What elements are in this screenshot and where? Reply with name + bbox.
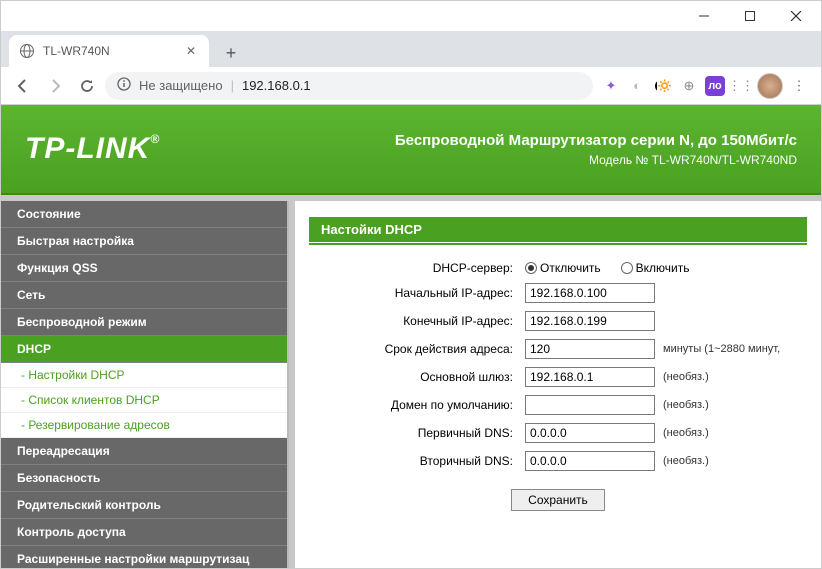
extension-icon[interactable]: ⋮⋮ — [731, 76, 751, 96]
sidebar-item[interactable]: Функция QSS — [1, 255, 287, 282]
new-tab-button[interactable]: + — [217, 39, 245, 67]
dns2-label: Вторичный DNS: — [315, 454, 525, 468]
sidebar-item[interactable]: Быстрая настройка — [1, 228, 287, 255]
gateway-hint: (необяз.) — [663, 371, 709, 383]
extension-icon[interactable]: ◐ — [627, 76, 647, 96]
dhcp-server-label: DHCP-сервер: — [315, 261, 525, 275]
extension-icon[interactable]: 🔅 — [653, 76, 673, 96]
close-window-button[interactable] — [773, 1, 819, 31]
domain-input[interactable] — [525, 395, 655, 415]
domain-label: Домен по умолчанию: — [315, 398, 525, 412]
extension-icons: ✦ ◐ 🔅 ⊕ ло ⋮⋮ ⋮ — [597, 73, 813, 99]
sidebar-item[interactable]: Переадресация — [1, 438, 287, 465]
lease-hint: минуты (1~2880 минут, — [663, 343, 780, 355]
extension-icon[interactable]: ✦ — [601, 76, 621, 96]
globe-icon — [19, 43, 35, 59]
back-button[interactable] — [9, 72, 37, 100]
sidebar-item[interactable]: Родительский контроль — [1, 492, 287, 519]
page-content: TP-LINK® Беспроводной Маршрутизатор сери… — [1, 105, 821, 568]
domain-hint: (необяз.) — [663, 399, 709, 411]
tab-title: TL-WR740N — [43, 44, 110, 58]
sidebar-item[interactable]: Расширенные настройки маршрутизац — [1, 546, 287, 568]
main-panel: Настойки DHCP DHCP-сервер: Отключить Вкл… — [295, 201, 821, 568]
end-ip-label: Конечный IP-адрес: — [315, 314, 525, 328]
separator: | — [231, 78, 234, 93]
sidebar-menu: СостояниеБыстрая настройкаФункция QSSСет… — [1, 201, 289, 568]
browser-tab[interactable]: TL-WR740N ✕ — [9, 35, 209, 67]
sidebar-sub-item[interactable]: - Настройки DHCP — [1, 363, 287, 388]
gateway-input[interactable] — [525, 367, 655, 387]
product-info: Беспроводной Маршрутизатор серии N, до 1… — [395, 132, 797, 167]
sidebar-item[interactable]: Состояние — [1, 201, 287, 228]
dns1-input[interactable] — [525, 423, 655, 443]
window-titlebar — [1, 1, 821, 31]
menu-icon[interactable]: ⋮ — [789, 76, 809, 96]
sidebar-item[interactable]: DHCP — [1, 336, 287, 363]
product-title: Беспроводной Маршрутизатор серии N, до 1… — [395, 132, 797, 149]
lease-label: Срок действия адреса: — [315, 342, 525, 356]
dns1-hint: (необяз.) — [663, 427, 709, 439]
end-ip-input[interactable] — [525, 311, 655, 331]
start-ip-label: Начальный IP-адрес: — [315, 286, 525, 300]
save-button[interactable]: Сохранить — [511, 489, 605, 511]
gateway-label: Основной шлюз: — [315, 370, 525, 384]
brand-logo: TP-LINK® — [25, 132, 160, 166]
start-ip-input[interactable] — [525, 283, 655, 303]
dhcp-enable-radio[interactable]: Включить — [621, 261, 690, 275]
forward-button[interactable] — [41, 72, 69, 100]
profile-avatar[interactable] — [757, 73, 783, 99]
lease-input[interactable] — [525, 339, 655, 359]
sidebar-item[interactable]: Беспроводной режим — [1, 309, 287, 336]
dns2-hint: (необяз.) — [663, 455, 709, 467]
sidebar-sub-item[interactable]: - Список клиентов DHCP — [1, 388, 287, 413]
section-header: Настойки DHCP — [309, 217, 807, 245]
info-icon — [117, 77, 131, 94]
maximize-button[interactable] — [727, 1, 773, 31]
section-title: Настойки DHCP — [309, 217, 807, 242]
reload-button[interactable] — [73, 72, 101, 100]
close-tab-icon[interactable]: ✕ — [183, 43, 199, 59]
security-label: Не защищено — [139, 78, 223, 93]
extension-icon[interactable]: ло — [705, 76, 725, 96]
dhcp-form: DHCP-сервер: Отключить Включить Начальны… — [295, 245, 821, 537]
extension-icon[interactable]: ⊕ — [679, 76, 699, 96]
url-text: 192.168.0.1 — [242, 78, 311, 93]
sidebar-sub-item[interactable]: - Резервирование адресов — [1, 413, 287, 438]
tab-strip: TL-WR740N ✕ + — [1, 31, 821, 67]
dns2-input[interactable] — [525, 451, 655, 471]
sidebar-item[interactable]: Безопасность — [1, 465, 287, 492]
minimize-button[interactable] — [681, 1, 727, 31]
dns1-label: Первичный DNS: — [315, 426, 525, 440]
sidebar-item[interactable]: Сеть — [1, 282, 287, 309]
address-bar[interactable]: Не защищено | 192.168.0.1 — [105, 72, 593, 100]
product-model: Модель № TL-WR740N/TL-WR740ND — [395, 153, 797, 167]
dhcp-disable-radio[interactable]: Отключить — [525, 261, 601, 275]
browser-toolbar: Не защищено | 192.168.0.1 ✦ ◐ 🔅 ⊕ ло ⋮⋮ … — [1, 67, 821, 105]
sidebar-item[interactable]: Контроль доступа — [1, 519, 287, 546]
header-banner: TP-LINK® Беспроводной Маршрутизатор сери… — [1, 105, 821, 195]
